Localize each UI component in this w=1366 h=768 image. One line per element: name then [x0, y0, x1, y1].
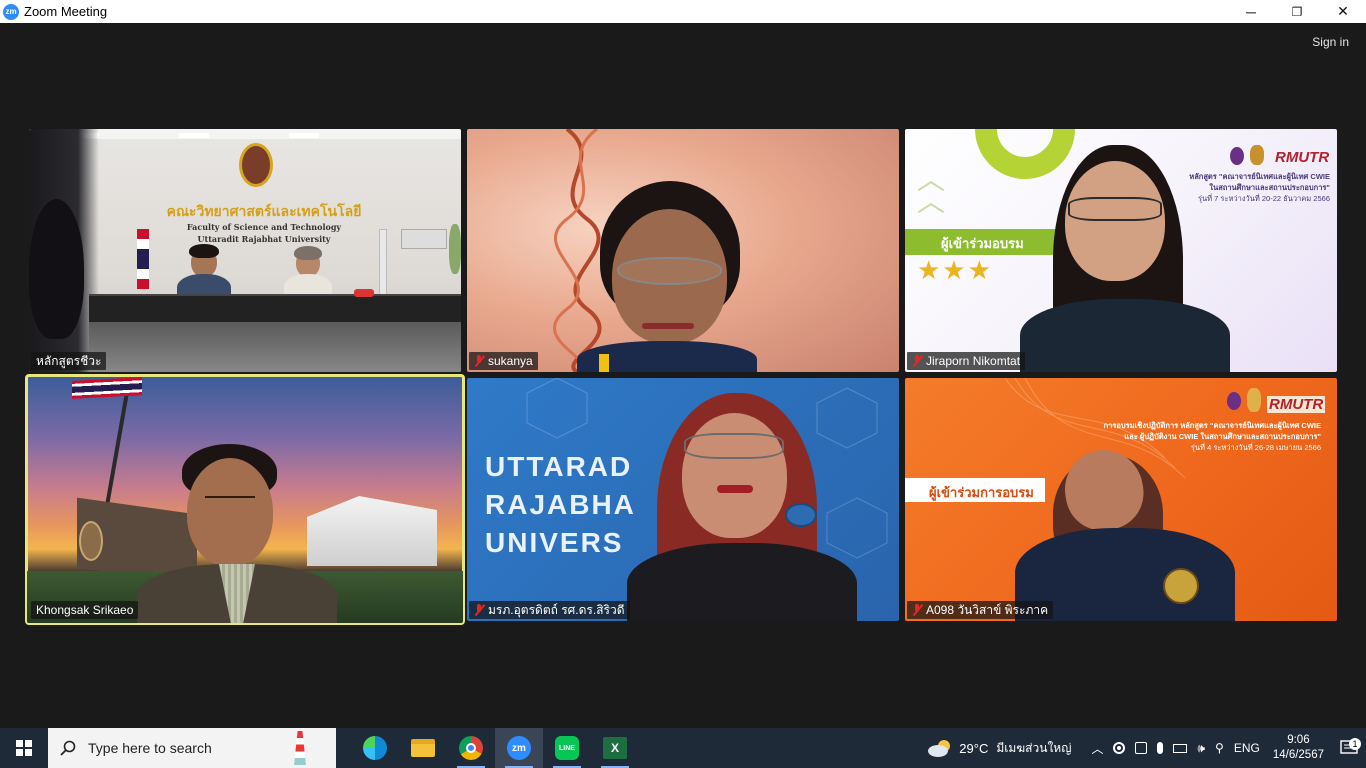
clock[interactable]: 9:06 14/6/2567 — [1265, 733, 1332, 763]
rmutr-logo — [1227, 392, 1241, 410]
search-placeholder: Type here to search — [88, 740, 212, 756]
network-icon[interactable]: ⚲ — [1210, 741, 1229, 755]
record-icon[interactable] — [1108, 742, 1130, 754]
chrome-icon[interactable] — [447, 728, 495, 768]
participant-badge: ผู้เข้าร่วมอบรม — [941, 236, 1024, 251]
notification-count: 1 — [1349, 738, 1361, 750]
line-icon[interactable]: LINE — [543, 728, 591, 768]
weather-widget[interactable]: 29°C มีเมฆส่วนใหญ่ — [922, 738, 1076, 758]
participant-name: A098 วันวิสาข์ พิระภาค — [926, 602, 1049, 617]
video-tile-1[interactable]: คณะวิทยาศาสตร์และเทคโนโลยี Faculty of Sc… — [29, 129, 461, 372]
notification-button[interactable]: 1 — [1332, 738, 1366, 756]
participant-name-tag: Jiraporn Nikomtat — [907, 352, 1026, 370]
video-tile-2[interactable]: sukanya — [467, 129, 899, 372]
lime-circle-decoration — [975, 129, 1075, 179]
edge-icon[interactable] — [351, 728, 399, 768]
sign-in-link[interactable]: Sign in — [1312, 35, 1349, 49]
mic-muted-icon — [912, 355, 922, 367]
sign-thai: คณะวิทยาศาสตร์และเทคโนโลยี — [166, 203, 362, 219]
thai-flag — [137, 229, 149, 289]
start-button[interactable] — [0, 728, 48, 768]
microphone-icon[interactable] — [1152, 742, 1168, 754]
participant-name-tag: sukanya — [469, 352, 538, 370]
participant-badge: ผู้เข้าร่วมการอบรม — [929, 485, 1034, 500]
excel-icon[interactable]: X — [591, 728, 639, 768]
video-tile-6[interactable]: RMUTR การอบรมเชิงปฏิบัติการ หลักสูตร "คณ… — [905, 378, 1337, 621]
building — [307, 496, 437, 566]
windows-logo-icon — [16, 740, 32, 756]
taskbar-search[interactable]: Type here to search — [48, 728, 336, 768]
zoom-app-icon: zm — [3, 3, 19, 20]
participant-name-tag: มรภ.อุตรดิตถ์ รศ.ดร.สิริวดี — [469, 601, 630, 619]
chevron-up-icon[interactable]: ︿ — [1086, 740, 1108, 757]
weather-temp: 29°C — [959, 740, 989, 756]
university-seal — [239, 143, 273, 187]
participant-name: Khongsak Srikaeo — [36, 603, 134, 617]
participant-name: Jiraporn Nikomtat — [926, 354, 1021, 368]
language-indicator[interactable]: ENG — [1229, 741, 1265, 755]
thai-flag — [72, 377, 142, 399]
background-text: UTTARAD RAJABHA UNIVERS — [485, 451, 636, 558]
conference-table — [89, 294, 461, 322]
video-tile-4[interactable]: Khongsak Srikaeo — [25, 374, 465, 625]
weather-desc: มีเมฆส่วนใหญ่ — [996, 740, 1072, 755]
participant-name-tag: A098 วันวิสาข์ พิระภาค — [907, 601, 1054, 619]
glasses-icon — [1068, 197, 1162, 221]
participant-name-tag: Khongsak Srikaeo — [31, 601, 139, 619]
shirt-emblem — [1163, 568, 1199, 604]
course-header: หลักสูตร "คณาจารย์นิเทศและผู้นิเทศ CWIE … — [1189, 172, 1330, 203]
lighthouse-icon — [294, 731, 306, 765]
mic-muted-icon — [474, 355, 484, 367]
window-controls: ─ ❐ ✕ — [1228, 0, 1366, 23]
participant-name: หลักสูตรชีวะ — [36, 353, 102, 368]
cloud-sun-icon — [928, 740, 951, 757]
sign-en-2: Uttaradit Rajabhat University — [197, 234, 331, 244]
clock-time: 9:06 — [1287, 734, 1310, 746]
minimize-button[interactable]: ─ — [1228, 0, 1274, 23]
clock-date: 14/6/2567 — [1272, 749, 1324, 761]
battery-icon[interactable] — [1168, 743, 1192, 753]
meeting-gallery: Sign in คณะวิทยาศาสตร์และเทคโนโลยี Facul… — [0, 23, 1366, 728]
participant-name-tag: หลักสูตรชีวะ — [31, 352, 107, 370]
zoom-icon[interactable]: zm — [495, 728, 543, 768]
file-explorer-icon[interactable] — [399, 728, 447, 768]
maximize-button[interactable]: ❐ — [1274, 0, 1320, 23]
course-header: การอบรมเชิงปฏิบัติการ หลักสูตร "คณาจารย์… — [1103, 421, 1321, 452]
search-icon — [60, 740, 76, 756]
rmutr-logo-text: RMUTR — [1275, 149, 1330, 166]
video-tile-3[interactable]: ︿ ︿ ผู้เข้าร่วมอบรม ★★★ RMUTR หลักสูตร "ค… — [905, 129, 1337, 372]
window-title: Zoom Meeting — [24, 4, 108, 19]
rmutr-logo — [1230, 147, 1244, 165]
sign-en-1: Faculty of Science and Technology — [186, 222, 342, 232]
camera-icon[interactable] — [1130, 742, 1152, 754]
taskbar: Type here to search zm LINE X 29°C มีเมฆ… — [0, 728, 1366, 768]
system-tray: 29°C มีเมฆส่วนใหญ่ ︿ 🕪 ⚲ ENG 9:06 14/6/2… — [922, 728, 1366, 768]
window-titlebar: zm Zoom Meeting ─ ❐ ✕ — [0, 0, 1366, 23]
close-button[interactable]: ✕ — [1320, 0, 1366, 23]
headset-mic — [785, 503, 817, 527]
star-rating: ★★★ — [917, 255, 993, 285]
mic-muted-icon — [912, 604, 922, 616]
glasses-icon — [684, 433, 784, 459]
mic-muted-icon — [474, 604, 484, 616]
participant-name: มรภ.อุตรดิตถ์ รศ.ดร.สิริวดี — [488, 602, 625, 617]
glasses-icon — [617, 257, 722, 285]
video-tile-5[interactable]: UTTARAD RAJABHA UNIVERS มรภ.อุตรดิตถ์ รศ… — [467, 378, 899, 621]
rmutr-logo-text: RMUTR — [1267, 396, 1326, 413]
speaker-icon[interactable]: 🕪 — [1192, 741, 1210, 756]
participant-name: sukanya — [488, 354, 533, 368]
